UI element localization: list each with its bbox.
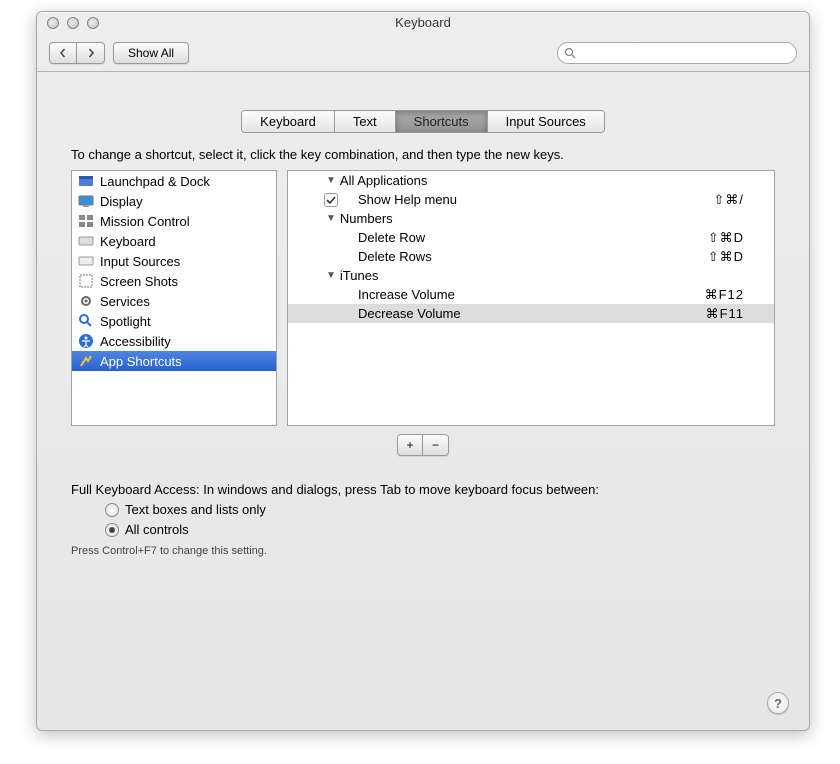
chevron-right-icon [86,48,96,58]
fka-option-all-controls[interactable]: All controls [105,522,775,537]
add-remove-buttons: + − [51,434,795,456]
search-input[interactable] [576,46,790,60]
display-icon [78,193,94,209]
keyboard-icon [78,233,94,249]
mission-control-icon [78,213,94,229]
group-all-applications[interactable]: ▼All Applications [288,171,774,190]
nav-buttons [49,42,105,64]
shortcut-show-help-menu[interactable]: Show Help menu⇧⌘/ [288,190,774,209]
full-keyboard-access: Full Keyboard Access: In windows and dia… [71,482,775,537]
tab-bar: Keyboard Text Shortcuts Input Sources [51,110,795,133]
disclosure-down-icon: ▼ [326,213,336,224]
search-icon [564,47,576,59]
tab-keyboard[interactable]: Keyboard [242,111,335,132]
shortcut-list[interactable]: ▼All Applications Show Help menu⇧⌘/ ▼Num… [287,170,775,426]
checkbox[interactable] [324,193,338,207]
preferences-window: Keyboard Show All Keyboard Text Shortcut… [36,11,810,731]
radio-icon[interactable] [105,523,119,537]
category-app-shortcuts[interactable]: App Shortcuts [72,351,276,371]
chevron-left-icon [58,48,68,58]
group-itunes[interactable]: ▼iTunes [288,266,774,285]
fka-option-text-boxes[interactable]: Text boxes and lists only [105,502,775,517]
shortcut-delete-row[interactable]: Delete Row⇧⌘D [288,228,774,247]
shortcut-decrease-volume[interactable]: Decrease Volume⌘F11 [288,304,774,323]
checkmark-icon [326,195,336,205]
window-title: Keyboard [395,15,451,30]
category-keyboard[interactable]: Keyboard [72,231,276,251]
tab-input-sources[interactable]: Input Sources [488,111,604,132]
traffic-lights [47,17,99,29]
close-icon[interactable] [47,17,59,29]
category-mission-control[interactable]: Mission Control [72,211,276,231]
screenshot-icon [78,273,94,289]
accessibility-icon [78,333,94,349]
content-area: Keyboard Text Shortcuts Input Sources To… [37,72,809,730]
spotlight-icon [78,313,94,329]
back-button[interactable] [49,42,77,64]
shortcut-increase-volume[interactable]: Increase Volume⌘F12 [288,285,774,304]
app-shortcuts-icon [78,353,94,369]
gear-icon [78,293,94,309]
toolbar: Show All [37,34,809,72]
show-all-button[interactable]: Show All [113,42,189,64]
category-services[interactable]: Services [72,291,276,311]
shortcut-delete-rows[interactable]: Delete Rows⇧⌘D [288,247,774,266]
titlebar: Keyboard [37,12,809,34]
instructions-text: To change a shortcut, select it, click t… [71,147,775,162]
tab-text[interactable]: Text [335,111,396,132]
forward-button[interactable] [77,42,105,64]
search-field[interactable] [557,42,797,64]
minimize-icon[interactable] [67,17,79,29]
fka-label: Full Keyboard Access: In windows and dia… [71,482,775,497]
category-launchpad[interactable]: Launchpad & Dock [72,171,276,191]
category-accessibility[interactable]: Accessibility [72,331,276,351]
disclosure-down-icon: ▼ [326,270,336,281]
remove-button[interactable]: − [423,434,449,456]
disclosure-down-icon: ▼ [326,175,336,186]
group-numbers[interactable]: ▼Numbers [288,209,774,228]
add-button[interactable]: + [397,434,423,456]
zoom-icon[interactable] [87,17,99,29]
category-display[interactable]: Display [72,191,276,211]
tab-shortcuts[interactable]: Shortcuts [396,111,488,132]
fka-hint: Press Control+F7 to change this setting. [71,545,795,557]
input-sources-icon [78,253,94,269]
category-screen-shots[interactable]: Screen Shots [72,271,276,291]
category-list[interactable]: Launchpad & Dock Display Mission Control… [71,170,277,426]
radio-icon[interactable] [105,503,119,517]
category-spotlight[interactable]: Spotlight [72,311,276,331]
category-input-sources[interactable]: Input Sources [72,251,276,271]
launchpad-icon [78,173,94,189]
help-button[interactable]: ? [767,692,789,714]
